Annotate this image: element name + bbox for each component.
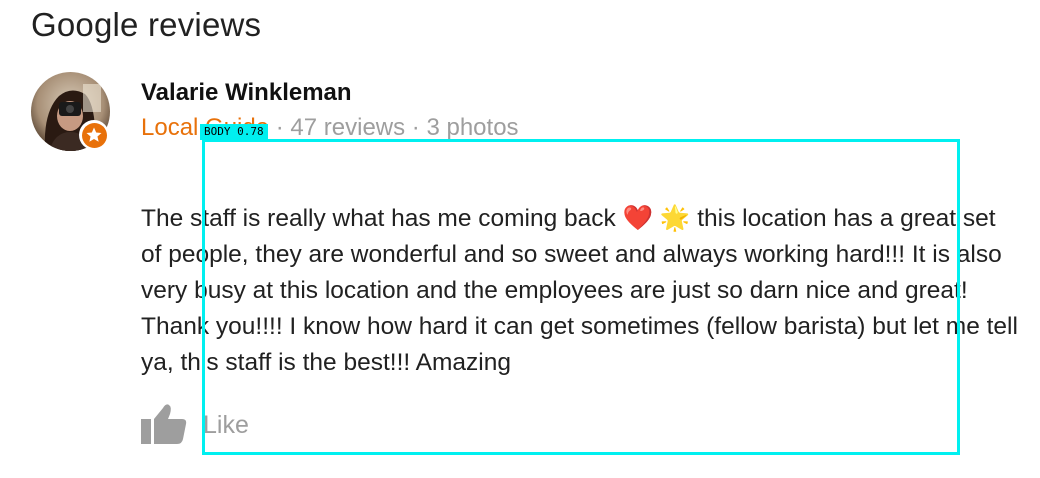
thumbs-up-icon [141, 404, 187, 444]
detection-label: BODY 0.78 [200, 124, 268, 140]
review-text-part1: The staff is really what has me coming b… [141, 205, 623, 232]
star-emoji: 🌟 [659, 205, 691, 232]
review-body: The staff is really what has me coming b… [141, 201, 1021, 381]
like-button[interactable]: Like [141, 402, 249, 444]
photos-count: 3 photos [426, 114, 519, 141]
reviewer-meta: Local Guide · 47 reviews · 3 photos [141, 114, 519, 142]
local-guide-star-icon [86, 127, 102, 142]
like-label: Like [203, 410, 249, 439]
meta-separator: · [269, 114, 291, 141]
meta-separator: · [405, 114, 427, 141]
section-title: Google reviews [31, 6, 262, 43]
local-guide-badge [79, 120, 109, 150]
reviewer-name[interactable]: Valarie Winkleman [141, 79, 352, 107]
reviewer-avatar[interactable] [31, 72, 110, 151]
reviews-count: 47 reviews [290, 114, 406, 141]
google-reviews-panel: Google reviews Valarie Winkleman Local ·… [0, 0, 1040, 478]
heart-emoji: ❤️ [622, 205, 654, 232]
